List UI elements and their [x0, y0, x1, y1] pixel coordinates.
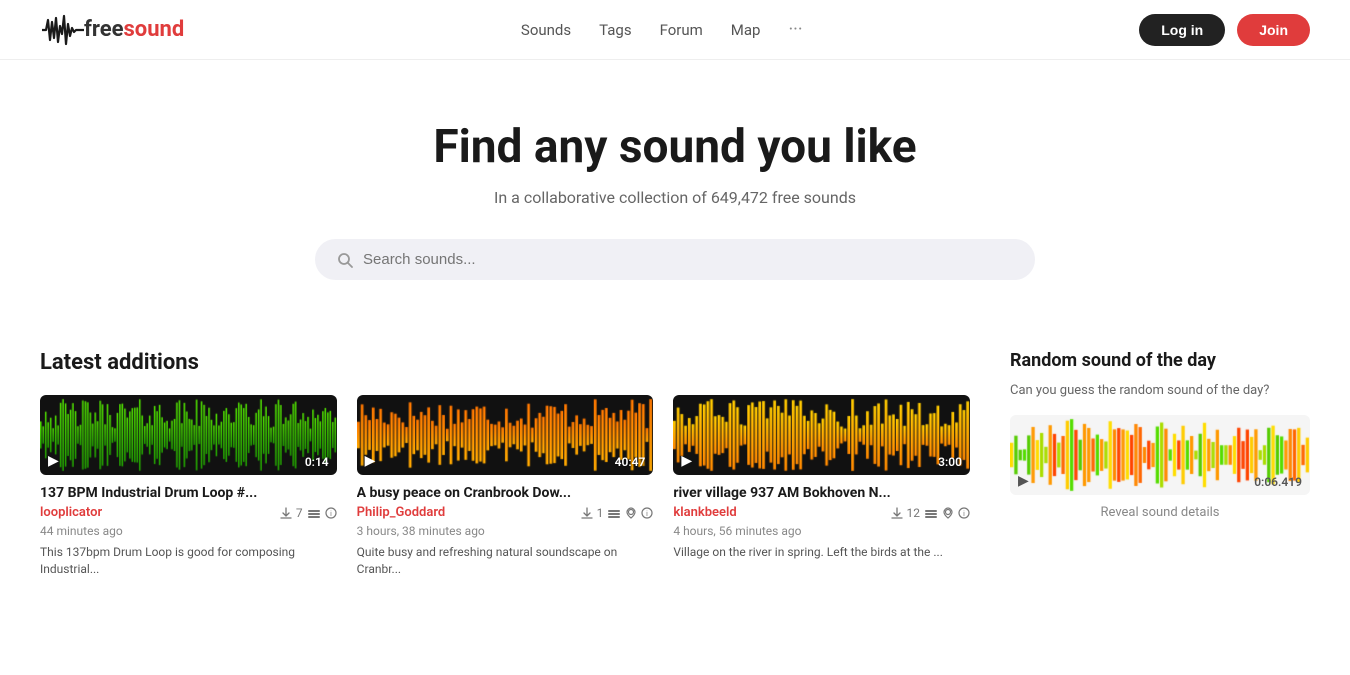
sound-author-3[interactable]: klankbeeld: [673, 505, 736, 520]
layers-icon-1: [307, 507, 321, 519]
reveal-sound-link[interactable]: Reveal sound details: [1010, 505, 1310, 520]
random-sound-title: Random sound of the day: [1010, 350, 1310, 371]
download-icon-2: [581, 507, 593, 519]
sound-meta-1: looplicator 7 i: [40, 505, 337, 520]
download-icon-3: [891, 507, 903, 519]
search-bar[interactable]: [315, 239, 1035, 280]
logo-text-free: free: [84, 17, 124, 42]
random-duration: 0:06.419: [1254, 475, 1302, 489]
play-button-2[interactable]: ▶: [365, 453, 376, 469]
svg-text:i: i: [330, 510, 332, 518]
sound-author-1[interactable]: looplicator: [40, 505, 102, 520]
logo-text-sound: sound: [124, 17, 185, 42]
nav-forum[interactable]: Forum: [660, 21, 703, 39]
duration-1: 0:14: [305, 455, 329, 469]
info-icon-3: i: [958, 507, 970, 519]
location-icon-3: [942, 507, 954, 519]
sound-icons-3: 12 i: [891, 506, 971, 520]
sound-cards-list: ▶ 0:14 137 BPM Industrial Drum Loop #...…: [40, 395, 970, 578]
random-play-button[interactable]: ▶: [1018, 473, 1029, 489]
layers-icon-3: [924, 507, 938, 519]
nav-map[interactable]: Map: [731, 21, 761, 39]
nav-tags[interactable]: Tags: [599, 21, 631, 39]
login-button[interactable]: Log in: [1139, 14, 1225, 46]
sound-icons-1: 7 i: [280, 506, 337, 520]
play-button-3[interactable]: ▶: [681, 453, 692, 469]
sound-desc-3: Village on the river in spring. Left the…: [673, 544, 970, 561]
hero-section: Find any sound you like In a collaborati…: [0, 60, 1350, 320]
layers-icon-2: [607, 507, 621, 519]
logo[interactable]: freesound: [40, 12, 184, 48]
random-waveform[interactable]: ▶ 0:06.419: [1010, 415, 1310, 495]
search-icon: [337, 252, 353, 268]
sound-time-1: 44 minutes ago: [40, 524, 337, 538]
sound-desc-1: This 137bpm Drum Loop is good for compos…: [40, 544, 337, 578]
nav-more-icon[interactable]: ···: [788, 19, 802, 40]
svg-text:i: i: [646, 510, 648, 518]
hero-heading: Find any sound you like: [20, 120, 1330, 174]
logo-waveform-icon: [40, 12, 84, 48]
download-count-2: 1: [597, 506, 604, 520]
waveform-3[interactable]: ▶ 3:00: [673, 395, 970, 475]
play-button-1[interactable]: ▶: [48, 453, 59, 469]
nav-sounds[interactable]: Sounds: [521, 21, 571, 39]
sound-desc-2: Quite busy and refreshing natural sounds…: [357, 544, 654, 578]
main-content: Latest additions ▶ 0:14 137 BPM Industri…: [0, 320, 1350, 598]
latest-additions-section: Latest additions ▶ 0:14 137 BPM Industri…: [40, 350, 970, 578]
duration-3: 3:00: [938, 455, 962, 469]
random-sound-description: Can you guess the random sound of the da…: [1010, 381, 1310, 401]
sound-icons-2: 1 i: [581, 506, 654, 520]
random-sound-section: Random sound of the day Can you guess th…: [1010, 350, 1310, 578]
download-count-3: 12: [907, 506, 921, 520]
duration-2: 40:47: [615, 455, 646, 469]
sound-card-2: ▶ 40:47 A busy peace on Cranbrook Dow...…: [357, 395, 654, 578]
hero-subtext: In a collaborative collection of 649,472…: [20, 188, 1330, 207]
sound-time-3: 4 hours, 56 minutes ago: [673, 524, 970, 538]
sound-title-3: river village 937 AM Bokhoven N...: [673, 485, 970, 501]
sound-card-3: ▶ 3:00 river village 937 AM Bokhoven N..…: [673, 395, 970, 578]
info-icon-2: i: [641, 507, 653, 519]
download-icon-1: [280, 507, 292, 519]
location-icon-2: [625, 507, 637, 519]
sound-time-2: 3 hours, 38 minutes ago: [357, 524, 654, 538]
info-icon-1: i: [325, 507, 337, 519]
sound-meta-3: klankbeeld 12 i: [673, 505, 970, 520]
waveform-2[interactable]: ▶ 40:47: [357, 395, 654, 475]
download-count-1: 7: [296, 506, 303, 520]
sound-meta-2: Philip_Goddard 1 i: [357, 505, 654, 520]
nav-links: Sounds Tags Forum Map ···: [521, 19, 803, 40]
sound-author-2[interactable]: Philip_Goddard: [357, 505, 446, 520]
latest-additions-title: Latest additions: [40, 350, 970, 375]
join-button[interactable]: Join: [1237, 14, 1310, 46]
svg-text:i: i: [963, 510, 965, 518]
navbar: freesound Sounds Tags Forum Map ··· Log …: [0, 0, 1350, 60]
nav-actions: Log in Join: [1139, 14, 1310, 46]
sound-title-2: A busy peace on Cranbrook Dow...: [357, 485, 654, 501]
sound-card-1: ▶ 0:14 137 BPM Industrial Drum Loop #...…: [40, 395, 337, 578]
sound-title-1: 137 BPM Industrial Drum Loop #...: [40, 485, 337, 501]
search-input[interactable]: [363, 251, 1013, 268]
waveform-1[interactable]: ▶ 0:14: [40, 395, 337, 475]
